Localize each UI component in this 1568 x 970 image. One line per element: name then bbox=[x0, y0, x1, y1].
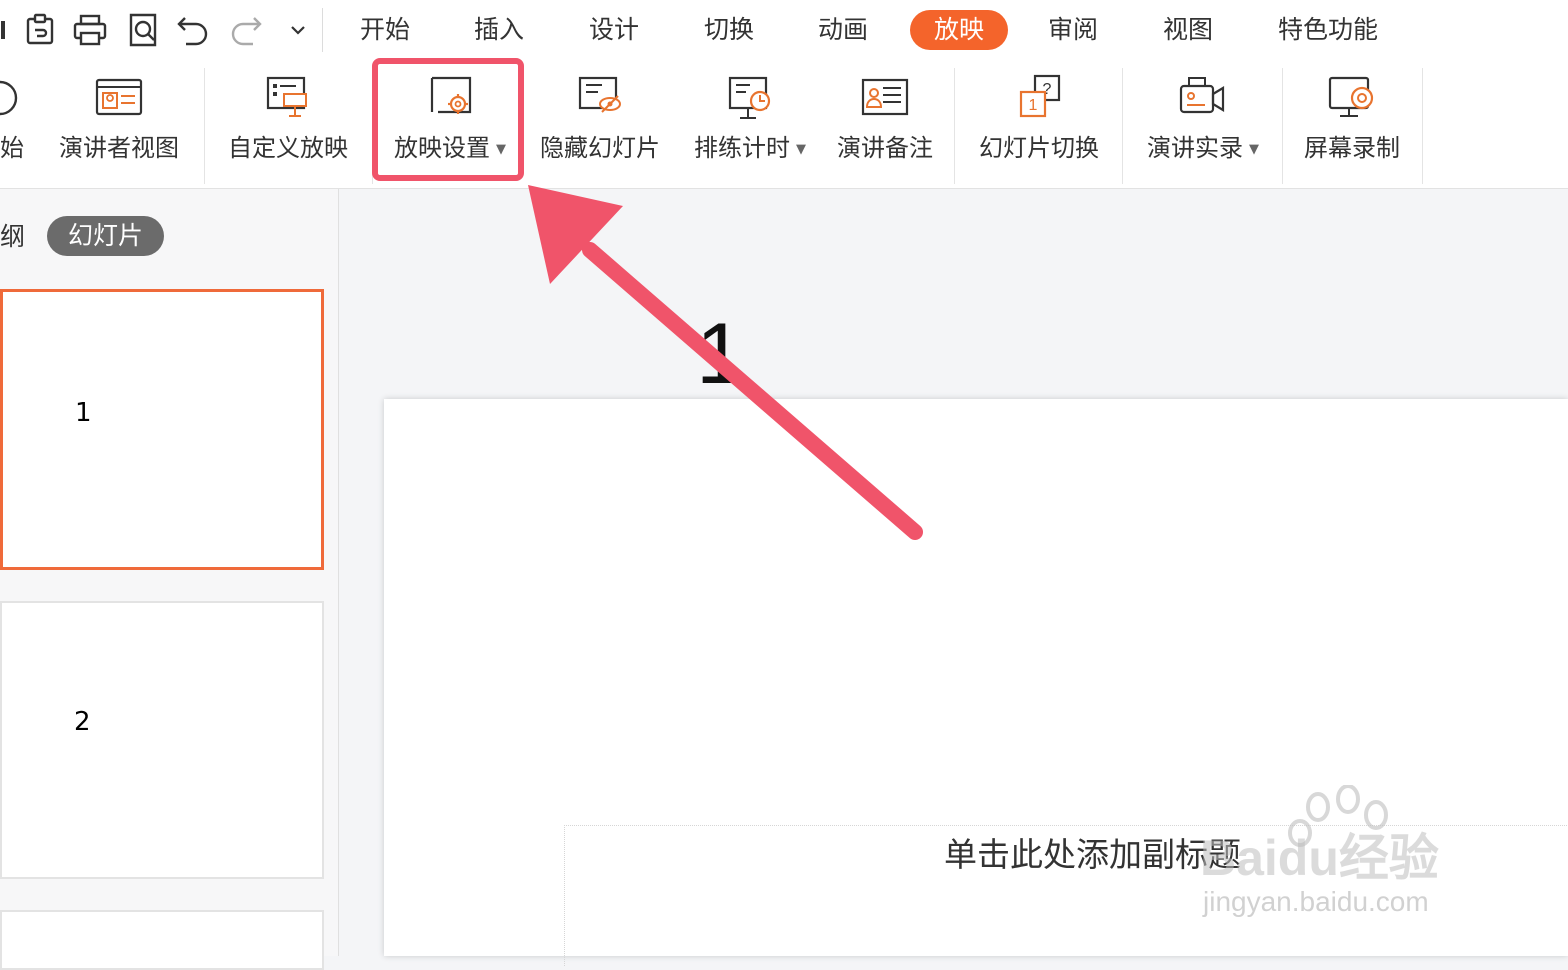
from-start-label: 开始 bbox=[0, 134, 24, 162]
slides-panel: 纲 幻灯片 1 2 bbox=[0, 189, 339, 970]
slide-thumbnail-3[interactable] bbox=[0, 910, 324, 970]
svg-text:1: 1 bbox=[1029, 97, 1038, 114]
rehearse-timings-label: 排练计时 ▼ bbox=[694, 134, 806, 162]
tab-outline[interactable]: 纲 bbox=[0, 217, 25, 253]
dropdown-caret-icon[interactable]: ▼ bbox=[796, 142, 806, 157]
speaker-notes-label: 演讲备注 bbox=[837, 134, 933, 162]
undo-icon[interactable] bbox=[173, 10, 213, 50]
screen-record-button[interactable]: 屏幕录制 bbox=[1296, 62, 1408, 188]
custom-show-icon bbox=[266, 76, 307, 117]
redo-icon[interactable] bbox=[226, 10, 266, 50]
record-presentation-button[interactable]: 演讲实录 ▼ bbox=[1138, 62, 1268, 188]
clipboard-icon[interactable] bbox=[20, 10, 60, 50]
presenter-view-label: 演讲者视图 bbox=[59, 134, 179, 162]
rehearse-timings-button[interactable]: 排练计时 ▼ bbox=[685, 62, 815, 188]
partial-icon[interactable] bbox=[0, 10, 10, 50]
highlight-annotation-box bbox=[372, 58, 524, 181]
tab-transitions[interactable]: 切换 bbox=[704, 10, 754, 50]
title-tab-bar: 开始 插入 设计 切换 动画 放映 审阅 视图 特色功能 bbox=[0, 0, 1568, 62]
tab-animation[interactable]: 动画 bbox=[818, 10, 868, 50]
hide-slide-button[interactable]: 隐藏幻灯片 bbox=[535, 62, 665, 188]
ribbon-separator bbox=[1422, 68, 1423, 184]
presenter-view-icon bbox=[95, 78, 143, 116]
tab-home[interactable]: 开始 bbox=[360, 10, 410, 50]
tab-slides[interactable]: 幻灯片 bbox=[47, 216, 164, 256]
slide-transition-icon: ? 1 bbox=[1019, 74, 1061, 118]
tab-slideshow[interactable]: 放映 bbox=[910, 10, 1009, 50]
tab-design[interactable]: 设计 bbox=[589, 10, 639, 50]
tab-view[interactable]: 视图 bbox=[1163, 10, 1213, 50]
ribbon-separator bbox=[1282, 68, 1283, 184]
custom-show-button[interactable]: 自定义放映 bbox=[225, 62, 351, 188]
slide-thumbnail-number: 2 bbox=[74, 707, 91, 737]
slide-title[interactable]: 1 bbox=[690, 305, 750, 404]
print-icon[interactable] bbox=[70, 10, 110, 50]
tab-insert[interactable]: 插入 bbox=[474, 10, 524, 50]
ribbon-separator bbox=[954, 68, 955, 184]
presenter-view-button[interactable]: 演讲者视图 bbox=[55, 62, 183, 188]
subtitle-placeholder-text[interactable]: 单击此处添加副标题 bbox=[944, 828, 1241, 876]
tab-review[interactable]: 审阅 bbox=[1048, 10, 1098, 50]
print-preview-icon[interactable] bbox=[123, 10, 163, 50]
slideshow-ribbon: 开始 演讲者视图 自定义放映 bbox=[0, 62, 1568, 189]
screen-record-icon bbox=[1328, 76, 1374, 117]
customize-dropdown-icon[interactable] bbox=[278, 10, 318, 50]
slide-transition-label: 幻灯片切换 bbox=[979, 134, 1099, 162]
custom-show-label: 自定义放映 bbox=[228, 134, 348, 162]
slide-thumbnail-number: 1 bbox=[75, 398, 92, 428]
ribbon-separator bbox=[1122, 68, 1123, 184]
hide-slide-label: 隐藏幻灯片 bbox=[540, 134, 660, 162]
slide-thumbnail-1[interactable]: 1 bbox=[0, 289, 324, 570]
toolbar-divider bbox=[322, 8, 323, 52]
watermark-brand: Baidu经验 bbox=[1200, 830, 1439, 886]
speaker-notes-button[interactable]: 演讲备注 bbox=[830, 62, 940, 188]
slide-thumbnail-2[interactable]: 2 bbox=[0, 601, 324, 879]
play-icon bbox=[0, 80, 18, 116]
slide-transition-button[interactable]: ? 1 幻灯片切换 bbox=[970, 62, 1108, 188]
from-start-button[interactable]: 开始 bbox=[0, 62, 40, 188]
speaker-notes-icon bbox=[861, 78, 909, 116]
hide-slide-icon bbox=[578, 76, 621, 113]
ribbon-separator bbox=[204, 68, 205, 184]
watermark-url: jingyan.baidu.com bbox=[1203, 886, 1429, 917]
tab-special-features[interactable]: 特色功能 bbox=[1278, 10, 1378, 50]
dropdown-caret-icon[interactable]: ▼ bbox=[1249, 142, 1259, 157]
screen-record-label: 屏幕录制 bbox=[1304, 134, 1400, 162]
video-camera-icon bbox=[1179, 77, 1225, 114]
record-presentation-label: 演讲实录 ▼ bbox=[1147, 134, 1259, 162]
rehearse-timer-icon bbox=[728, 76, 771, 119]
